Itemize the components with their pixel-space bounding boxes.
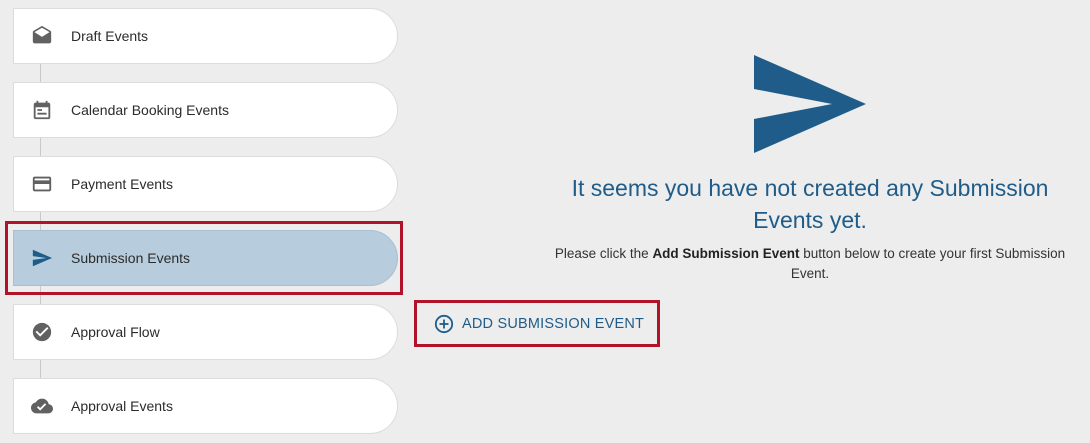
subtext-suffix: button below to create your first Submis… [790,246,1066,281]
send-icon [31,247,53,269]
sidebar-item-draft-events[interactable]: Draft Events [13,8,398,64]
sidebar-item-label: Calendar Booking Events [71,102,229,118]
calendar-icon [31,99,53,121]
check-circle-icon [31,321,53,343]
main-panel: It seems you have not created any Submis… [410,0,1090,443]
cloud-check-icon [31,395,53,417]
empty-state-headline: It seems you have not created any Submis… [571,175,1049,233]
sidebar-item-label: Draft Events [71,28,149,44]
sidebar-item-approval-events[interactable]: Approval Events [13,378,398,434]
sidebar-item-approval-flow[interactable]: Approval Flow [13,304,398,360]
sidebar: Draft Events Calendar Booking Events Pay… [0,0,410,443]
sidebar-item-label: Submission Events [71,250,191,266]
add-submission-event-button[interactable]: ADD SUBMISSION EVENT [425,305,655,343]
envelope-open-icon [31,25,53,47]
sidebar-item-label: Payment Events [71,176,173,192]
subtext-bold: Add Submission Event [652,246,800,261]
plus-circle-icon [434,314,454,334]
send-icon [754,55,866,158]
credit-card-icon [31,173,53,195]
empty-state-subtext: Please click the Add Submission Event bu… [540,244,1080,284]
sidebar-item-label: Approval Flow [71,324,160,340]
sidebar-item-calendar-booking-events[interactable]: Calendar Booking Events [13,82,398,138]
sidebar-item-payment-events[interactable]: Payment Events [13,156,398,212]
sidebar-item-label: Approval Events [71,398,173,414]
add-button-label: ADD SUBMISSION EVENT [462,316,645,332]
sidebar-item-submission-events[interactable]: Submission Events [13,230,398,286]
subtext-prefix: Please click the [554,246,653,261]
